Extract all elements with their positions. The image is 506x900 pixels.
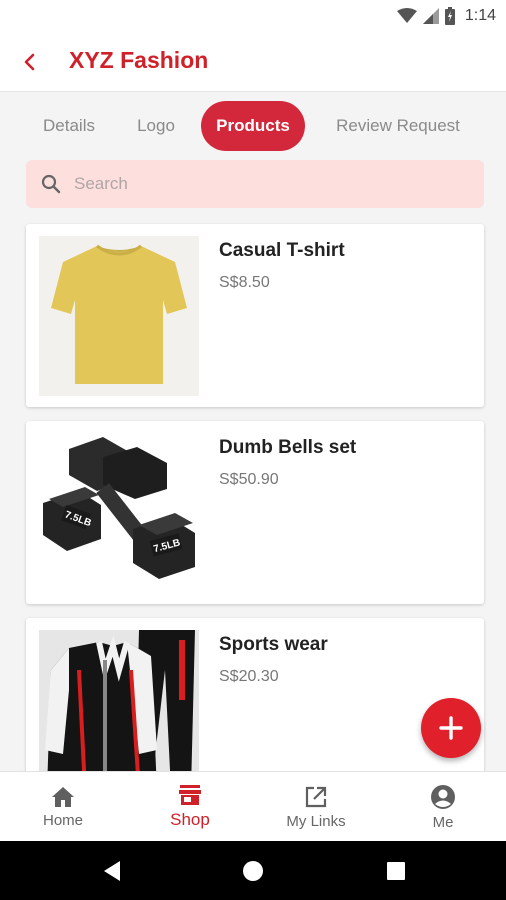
product-name: Dumb Bells set [219,437,357,458]
tab-label: Review Request [336,116,460,135]
tab-products[interactable]: Products [201,101,305,151]
tab-label: Logo [137,116,175,135]
nav-label: Home [42,811,83,829]
product-name: Sports wear [219,634,328,655]
search-bar [26,160,484,208]
tab-label: Products [216,116,290,135]
battery-icon [444,7,455,25]
nav-home[interactable]: Home [22,772,104,842]
product-name: Casual T-shirt [219,240,345,261]
tab-bar: Details Logo Products Review Request [0,100,506,152]
tab-label: Details [43,116,95,135]
tab-logo[interactable]: Logo [124,101,188,151]
product-image-tracksuit [39,630,199,771]
product-card[interactable]: Sports wear S$20.30 [26,618,484,771]
search-icon [41,174,61,194]
chevron-left-icon [24,53,35,71]
circle-home-icon [243,861,263,881]
nav-label: Me [432,813,454,831]
external-link-icon [305,786,327,807]
product-card[interactable]: 7.5LB 7.5LB Dumb Bells set S$50.90 [26,421,484,604]
product-card[interactable]: Casual T-shirt S$8.50 [26,224,484,407]
system-navigation-bar [0,841,506,900]
nav-label: My Links [286,812,346,830]
plus-icon [439,716,463,740]
triangle-back-icon [104,861,120,881]
status-time: 1:14 [464,7,496,24]
product-price: S$50.90 [219,471,279,488]
wifi-icon [396,8,417,23]
tab-details[interactable]: Details [30,101,108,151]
system-back-button[interactable] [100,859,124,883]
system-recents-button[interactable] [384,859,408,883]
home-icon [52,786,74,807]
product-image-tshirt [39,236,199,396]
tab-review-request[interactable]: Review Request [326,101,470,151]
product-price: S$20.30 [219,668,279,685]
nav-me[interactable]: Me [402,772,484,842]
square-recents-icon [387,862,405,880]
product-image-dumbbells: 7.5LB 7.5LB [39,433,199,593]
store-icon [179,785,201,805]
page-title: XYZ Fashion [69,47,209,73]
status-icons: 1:14 [396,5,496,27]
product-list: Casual T-shirt S$8.50 7.5LB 7.5LB Dumb B… [0,222,506,771]
add-product-button[interactable] [421,698,481,758]
system-home-button[interactable] [241,859,265,883]
search-input[interactable] [74,160,474,208]
back-button[interactable] [14,46,46,78]
bottom-navigation: Home Shop My Links Me [0,771,506,841]
signal-icon [422,8,439,24]
account-circle-icon [431,784,455,809]
nav-shop[interactable]: Shop [149,772,231,842]
product-price: S$8.50 [219,274,270,291]
nav-label: Shop [170,810,210,829]
app-bar: XYZ Fashion [0,32,506,92]
nav-my-links[interactable]: My Links [275,772,357,842]
status-bar: 1:14 [0,0,506,32]
